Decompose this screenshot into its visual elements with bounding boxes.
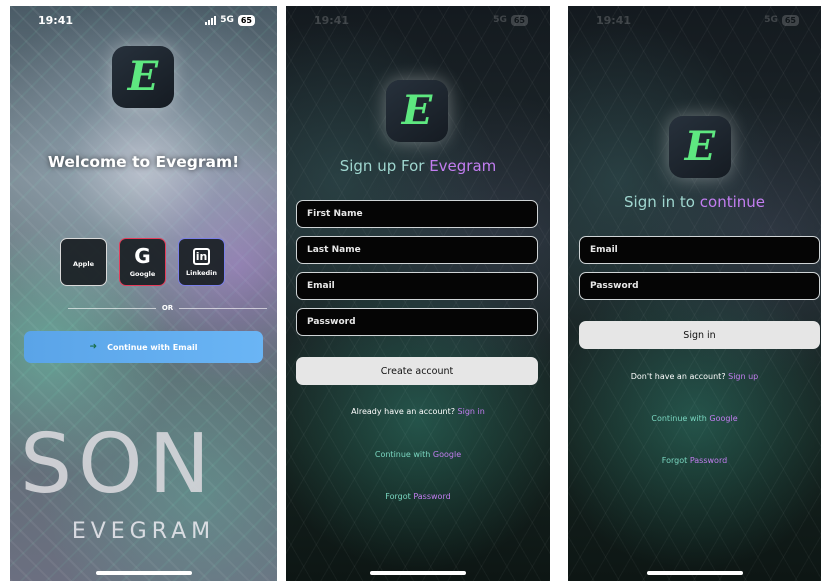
google-login-button[interactable]: G Google	[119, 238, 166, 286]
status-bar: 19:41 5G 65	[568, 12, 821, 28]
status-time: 19:41	[596, 13, 632, 27]
status-time: 19:41	[314, 13, 350, 27]
welcome-screen: 19:41 5G 65 E Welcome to Evegram! Apple …	[10, 6, 277, 581]
logo-letter: E	[401, 87, 433, 134]
or-label: OR	[161, 304, 174, 312]
signal-icon	[205, 15, 217, 25]
forgot-password-link[interactable]: Forgot Password	[568, 456, 821, 465]
password-field[interactable]: Password	[296, 308, 538, 336]
email-field[interactable]: Email	[579, 236, 820, 264]
sign-in-link[interactable]: Sign in	[458, 407, 485, 416]
status-bar: 19:41 5G 65	[286, 12, 550, 28]
arrow-right-icon: ➜	[89, 342, 98, 352]
battery-icon: 65	[237, 14, 255, 26]
welcome-title: Welcome to Evegram!	[47, 153, 240, 171]
sign-in-title: Sign in to continue	[624, 193, 765, 211]
network-label: 5G	[220, 15, 234, 25]
app-logo: E	[669, 116, 731, 178]
linkedin-icon: in	[193, 247, 210, 265]
social-login-row: Apple G Google in Linkedin	[60, 238, 225, 286]
continue-with-google-link[interactable]: Continue with Google	[286, 450, 550, 459]
status-time: 19:41	[38, 13, 74, 27]
sign-up-screen: 19:41 5G 65 E Sign up For Evegram First …	[286, 6, 550, 581]
create-account-button[interactable]: Create account	[296, 357, 538, 385]
sign-up-prompt: Don't have an account? Sign up	[630, 372, 759, 381]
background-big-word: SON	[20, 417, 216, 512]
sign-in-prompt: Already have an account? Sign in	[351, 407, 485, 416]
logo-letter: E	[684, 123, 716, 170]
app-logo: E	[386, 80, 448, 142]
apple-label: Apple	[73, 260, 94, 268]
first-name-field[interactable]: First Name	[296, 200, 538, 228]
linkedin-label: Linkedin	[185, 268, 218, 277]
or-divider: OR	[68, 304, 267, 312]
sign-in-screen: 19:41 5G 65 E Sign in to continue Email …	[568, 6, 821, 581]
google-icon: G	[134, 244, 151, 268]
forgot-password-link[interactable]: Forgot Password	[286, 492, 550, 501]
status-bar: 19:41 5G 65	[10, 12, 277, 28]
home-indicator[interactable]	[370, 571, 466, 575]
email-field[interactable]: Email	[296, 272, 538, 300]
sign-in-button[interactable]: Sign in	[579, 321, 820, 349]
sign-up-link[interactable]: Sign up	[728, 372, 758, 381]
network-label: 5G	[493, 15, 507, 25]
battery-icon: 65	[781, 14, 799, 26]
linkedin-login-button[interactable]: in Linkedin	[178, 238, 225, 286]
continue-with-email-button[interactable]: ➜ Continue with Email	[24, 331, 263, 363]
apple-login-button[interactable]: Apple	[60, 238, 107, 286]
battery-icon: 65	[510, 14, 528, 26]
google-label: Google	[129, 270, 156, 278]
app-logo: E	[112, 46, 174, 108]
password-field[interactable]: Password	[579, 272, 820, 300]
network-label: 5G	[764, 15, 778, 25]
continue-with-email-label: Continue with Email	[107, 342, 198, 352]
logo-letter: E	[127, 53, 159, 100]
sign-up-title: Sign up For Evegram	[339, 157, 497, 175]
last-name-field[interactable]: Last Name	[296, 236, 538, 264]
continue-with-google-link[interactable]: Continue with Google	[568, 414, 821, 423]
home-indicator[interactable]	[95, 571, 192, 575]
home-indicator[interactable]	[646, 571, 743, 575]
brand-wordmark: EVEGRAM	[71, 519, 216, 544]
